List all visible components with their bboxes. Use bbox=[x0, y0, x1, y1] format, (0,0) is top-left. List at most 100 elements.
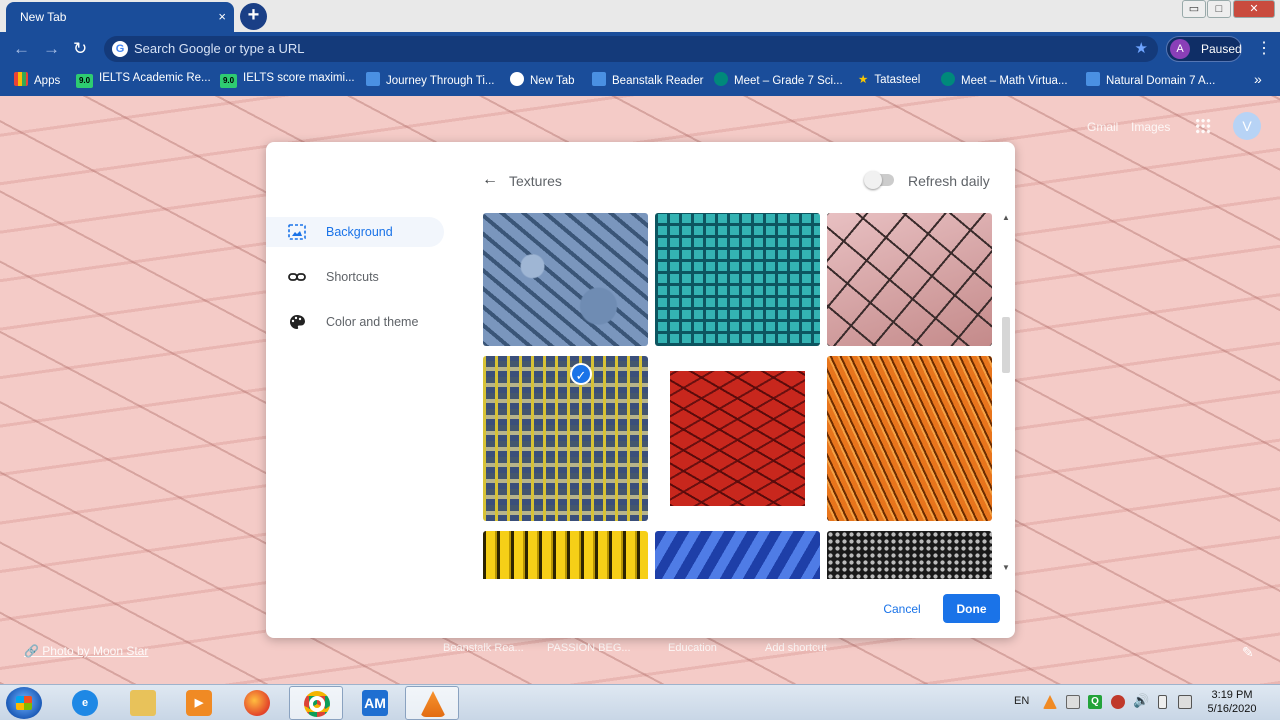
flag-icon[interactable] bbox=[1066, 695, 1080, 709]
profile-button[interactable]: A Paused bbox=[1166, 36, 1242, 62]
back-arrow-icon[interactable]: ← bbox=[482, 171, 498, 189]
document-icon bbox=[1086, 72, 1100, 86]
close-window-button[interactable]: ✕ bbox=[1233, 0, 1275, 18]
bookmark-new-tab[interactable]: New Tab bbox=[510, 72, 575, 87]
start-button[interactable] bbox=[6, 687, 42, 719]
taskbar-ie[interactable]: e bbox=[58, 686, 112, 720]
forward-icon[interactable]: → bbox=[43, 39, 60, 59]
texture-tile-teal-building[interactable] bbox=[655, 213, 820, 346]
sidebar-item-color-theme[interactable]: Color and theme bbox=[266, 307, 444, 337]
cancel-button[interactable]: Cancel bbox=[874, 594, 930, 624]
taskbar-explorer[interactable] bbox=[116, 686, 170, 720]
bookmark-label: Natural Domain 7 A... bbox=[1106, 75, 1216, 87]
scroll-up-icon[interactable]: ▲ bbox=[1002, 213, 1010, 222]
vlc-tray-icon[interactable] bbox=[1043, 695, 1057, 709]
bookmark-star-icon[interactable]: ★ bbox=[1135, 36, 1148, 62]
language-indicator[interactable]: EN bbox=[1014, 695, 1029, 707]
taskbar-vlc[interactable] bbox=[405, 686, 459, 720]
maximize-button[interactable]: □ bbox=[1207, 0, 1231, 18]
sidebar-item-shortcuts[interactable]: Shortcuts bbox=[266, 262, 444, 292]
more-bookmarks-icon[interactable]: » bbox=[1254, 71, 1262, 87]
security-icon[interactable] bbox=[1111, 695, 1125, 709]
reload-icon[interactable]: ↻ bbox=[73, 39, 87, 59]
omnibox-placeholder: Search Google or type a URL bbox=[134, 41, 305, 56]
q-app-icon[interactable]: Q bbox=[1088, 695, 1102, 709]
red-roof-image bbox=[670, 371, 805, 506]
document-icon bbox=[592, 72, 606, 86]
battery-icon[interactable] bbox=[1158, 695, 1167, 709]
selected-check-icon: ✓ bbox=[570, 363, 592, 385]
menu-kebab-icon[interactable]: ⋮ bbox=[1256, 38, 1272, 58]
clock-time: 3:19 PM bbox=[1211, 689, 1253, 701]
shortcut-education[interactable]: Education bbox=[668, 642, 717, 654]
apps-icon bbox=[14, 72, 28, 86]
texture-tile-metal-dots[interactable] bbox=[827, 531, 992, 579]
tab-title: New Tab bbox=[20, 10, 67, 24]
shortcut-passion[interactable]: PASSION BEG... bbox=[547, 642, 631, 654]
vlc-icon bbox=[420, 691, 446, 717]
texture-tile-glass-facade[interactable] bbox=[827, 213, 992, 346]
texture-scrollbar[interactable]: ▲ ▼ bbox=[1001, 213, 1011, 579]
folder-icon bbox=[130, 690, 156, 716]
taskbar-am-app[interactable]: AM bbox=[348, 686, 402, 720]
document-icon bbox=[366, 72, 380, 86]
taskbar-chrome[interactable] bbox=[289, 686, 343, 720]
bookmark-tatasteel[interactable]: ★ Tatasteel bbox=[858, 72, 920, 86]
firefox-icon bbox=[244, 690, 270, 716]
link-icon bbox=[288, 273, 306, 281]
texture-tile-yellow-ribs[interactable] bbox=[483, 531, 648, 579]
gmail-link[interactable]: Gmail bbox=[1087, 120, 1118, 134]
windows-taskbar: e ▶ AM EN Q 🔊 3:19 PM 5/16/2020 bbox=[0, 684, 1280, 720]
refresh-daily-toggle[interactable] bbox=[864, 171, 894, 189]
texture-tile-windows[interactable] bbox=[483, 356, 648, 521]
shortcut-add[interactable]: Add shortcut bbox=[765, 642, 827, 654]
back-icon[interactable]: ← bbox=[13, 39, 30, 59]
minimize-button[interactable]: ▭ bbox=[1182, 0, 1206, 18]
bookmark-label: IELTS score maximi... bbox=[243, 72, 355, 84]
volume-icon[interactable]: 🔊 bbox=[1133, 693, 1149, 709]
scroll-down-icon[interactable]: ▼ bbox=[1002, 563, 1010, 572]
bookmark-ielts-score[interactable]: 9.0 IELTS score maximi... bbox=[220, 72, 355, 88]
system-clock[interactable]: 3:19 PM 5/16/2020 bbox=[1200, 688, 1264, 716]
bookmark-ielts-academic[interactable]: 9.0 IELTS Academic Re... bbox=[76, 72, 211, 88]
link-icon: 🔗 bbox=[24, 644, 43, 658]
tab-close-icon[interactable]: × bbox=[218, 2, 226, 32]
star-icon: ★ bbox=[858, 74, 869, 86]
bookmark-meet-science[interactable]: Meet – Grade 7 Sci... bbox=[714, 72, 843, 87]
photo-credit-text: Photo by Moon Star bbox=[42, 644, 149, 658]
sidebar-item-label: Background bbox=[326, 225, 393, 239]
photo-credit-link[interactable]: 🔗 Photo by Moon Star bbox=[24, 644, 148, 658]
chrome-icon bbox=[304, 691, 330, 717]
meet-icon bbox=[941, 72, 955, 86]
tab-new-tab[interactable]: New Tab × bbox=[6, 2, 234, 32]
network-icon[interactable] bbox=[1178, 695, 1192, 709]
bookmark-journey[interactable]: Journey Through Ti... bbox=[366, 72, 494, 87]
omnibox[interactable]: G Search Google or type a URL ★ bbox=[104, 36, 1158, 62]
account-avatar[interactable]: V bbox=[1233, 112, 1261, 140]
profile-avatar: A bbox=[1170, 39, 1190, 59]
done-button[interactable]: Done bbox=[943, 594, 1000, 623]
bookmark-natural-domain[interactable]: Natural Domain 7 A... bbox=[1086, 72, 1215, 87]
bookmark-apps[interactable]: Apps bbox=[14, 72, 60, 87]
bookmark-label: Tatasteel bbox=[874, 74, 921, 86]
bookmark-beanstalk[interactable]: Beanstalk Reader bbox=[592, 72, 703, 87]
scroll-thumb[interactable] bbox=[1002, 317, 1010, 373]
sidebar-item-background[interactable]: Background bbox=[266, 217, 444, 247]
taskbar-firefox[interactable] bbox=[230, 686, 284, 720]
shortcut-beanstalk[interactable]: Beanstalk Rea... bbox=[443, 642, 524, 654]
refresh-daily-label: Refresh daily bbox=[908, 173, 990, 189]
taskbar-media-player[interactable]: ▶ bbox=[172, 686, 226, 720]
google-apps-icon[interactable] bbox=[1195, 118, 1211, 134]
new-tab-button[interactable]: + bbox=[240, 3, 267, 30]
images-link[interactable]: Images bbox=[1131, 120, 1170, 134]
texture-tile-orange-wood[interactable] bbox=[827, 356, 992, 521]
customize-pencil-icon[interactable]: ✎ bbox=[1242, 644, 1254, 661]
texture-tile-ice[interactable] bbox=[483, 213, 648, 346]
texture-tile-blue-triangles[interactable] bbox=[655, 531, 820, 579]
toggle-knob bbox=[864, 171, 882, 189]
texture-tile-red-roof[interactable] bbox=[655, 356, 820, 521]
media-player-icon: ▶ bbox=[186, 690, 212, 716]
bookmark-label: Journey Through Ti... bbox=[386, 75, 495, 87]
bookmark-meet-math[interactable]: Meet – Math Virtua... bbox=[941, 72, 1068, 87]
customize-dialog: Background Shortcuts Color and theme ← T… bbox=[266, 142, 1015, 638]
